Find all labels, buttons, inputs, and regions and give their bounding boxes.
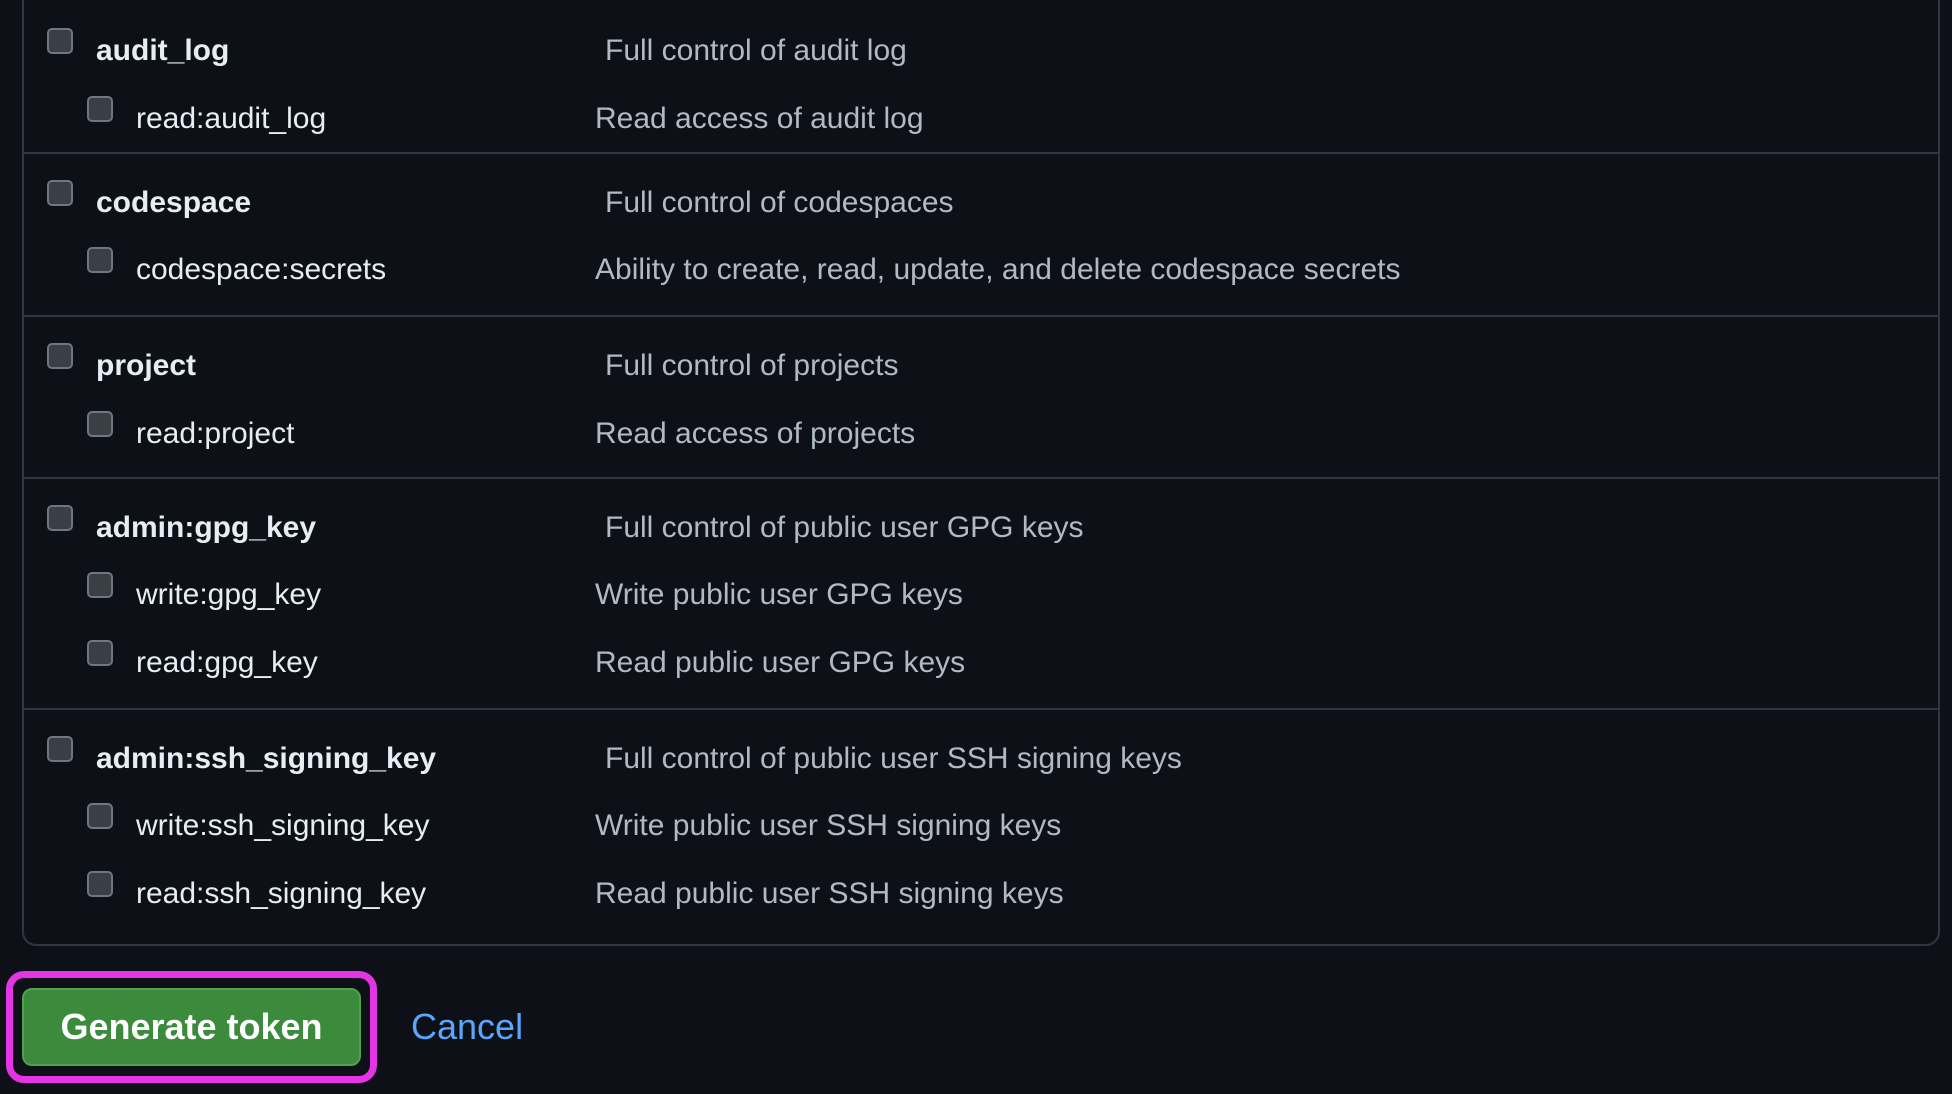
scope-description: Read access of projects: [595, 417, 916, 450]
scope-name: project: [96, 349, 197, 382]
scope-checkbox-write-gpg-key[interactable]: [87, 572, 113, 598]
scope-name: admin:gpg_key: [96, 511, 317, 544]
scope-group-admin-gpg-key: admin:gpg_key Full control of public use…: [24, 477, 1938, 708]
scope-checkbox-codespace[interactable]: [47, 180, 73, 206]
scope-name: write:gpg_key: [136, 578, 322, 611]
scope-description: Read access of audit log: [595, 102, 924, 135]
scope-checkbox-write-ssh-signing-key[interactable]: [87, 803, 113, 829]
scope-row-read-audit-log: read:audit_log Read access of audit log: [24, 96, 1938, 136]
scope-description: Full control of codespaces: [605, 186, 954, 219]
scope-description: Full control of public user GPG keys: [605, 511, 1084, 544]
scope-name: codespace:secrets: [136, 253, 387, 286]
scope-description: Full control of audit log: [605, 34, 907, 67]
token-scopes-page: audit_log Full control of audit log read…: [0, 0, 1952, 1094]
scope-description: Full control of projects: [605, 349, 899, 382]
scope-name: codespace: [96, 186, 252, 219]
scope-row-write-ssh-signing-key: write:ssh_signing_key Write public user …: [24, 803, 1938, 843]
scope-row-project: project Full control of projects: [24, 343, 1938, 383]
scope-description: Read public user GPG keys: [595, 646, 966, 679]
scope-description: Write public user SSH signing keys: [595, 809, 1062, 842]
scope-group-codespace: codespace Full control of codespaces cod…: [24, 152, 1938, 315]
scope-name: read:ssh_signing_key: [136, 877, 427, 910]
scope-description: Full control of public user SSH signing …: [605, 742, 1182, 775]
cancel-link[interactable]: Cancel: [411, 1007, 523, 1047]
scope-name: read:gpg_key: [136, 646, 318, 679]
scope-checkbox-codespace-secrets[interactable]: [87, 247, 113, 273]
scope-name: admin:ssh_signing_key: [96, 742, 437, 775]
scope-row-audit-log: audit_log Full control of audit log: [24, 28, 1938, 68]
scope-description: Write public user GPG keys: [595, 578, 963, 611]
scope-row-read-project: read:project Read access of projects: [24, 411, 1938, 451]
scope-row-admin-gpg-key: admin:gpg_key Full control of public use…: [24, 505, 1938, 545]
scope-row-admin-ssh-signing-key: admin:ssh_signing_key Full control of pu…: [24, 736, 1938, 776]
scope-row-read-ssh-signing-key: read:ssh_signing_key Read public user SS…: [24, 871, 1938, 911]
scope-description: Ability to create, read, update, and del…: [595, 253, 1401, 286]
scope-row-read-gpg-key: read:gpg_key Read public user GPG keys: [24, 640, 1938, 680]
scope-row-codespace: codespace Full control of codespaces: [24, 180, 1938, 220]
scope-checkbox-project[interactable]: [47, 343, 73, 369]
generate-token-button[interactable]: Generate token: [22, 988, 361, 1066]
scope-group-admin-ssh-signing-key: admin:ssh_signing_key Full control of pu…: [24, 708, 1938, 946]
scope-name: read:audit_log: [136, 102, 327, 135]
scope-group-project: project Full control of projects read:pr…: [24, 315, 1938, 477]
scope-row-write-gpg-key: write:gpg_key Write public user GPG keys: [24, 572, 1938, 612]
scope-description: Read public user SSH signing keys: [595, 877, 1064, 910]
scope-name: write:ssh_signing_key: [136, 809, 430, 842]
scope-checkbox-read-ssh-signing-key[interactable]: [87, 871, 113, 897]
scope-checkbox-read-audit-log[interactable]: [87, 96, 113, 122]
scope-checkbox-read-project[interactable]: [87, 411, 113, 437]
scope-group-audit-log: audit_log Full control of audit log read…: [24, 2, 1938, 152]
scope-checkbox-read-gpg-key[interactable]: [87, 640, 113, 666]
scope-checkbox-audit-log[interactable]: [47, 28, 73, 54]
scope-name: read:project: [136, 417, 295, 450]
scope-row-codespace-secrets: codespace:secrets Ability to create, rea…: [24, 247, 1938, 287]
scopes-table: audit_log Full control of audit log read…: [22, 0, 1940, 946]
scope-name: audit_log: [96, 34, 230, 67]
scope-checkbox-admin-ssh-signing-key[interactable]: [47, 736, 73, 762]
scope-checkbox-admin-gpg-key[interactable]: [47, 505, 73, 531]
